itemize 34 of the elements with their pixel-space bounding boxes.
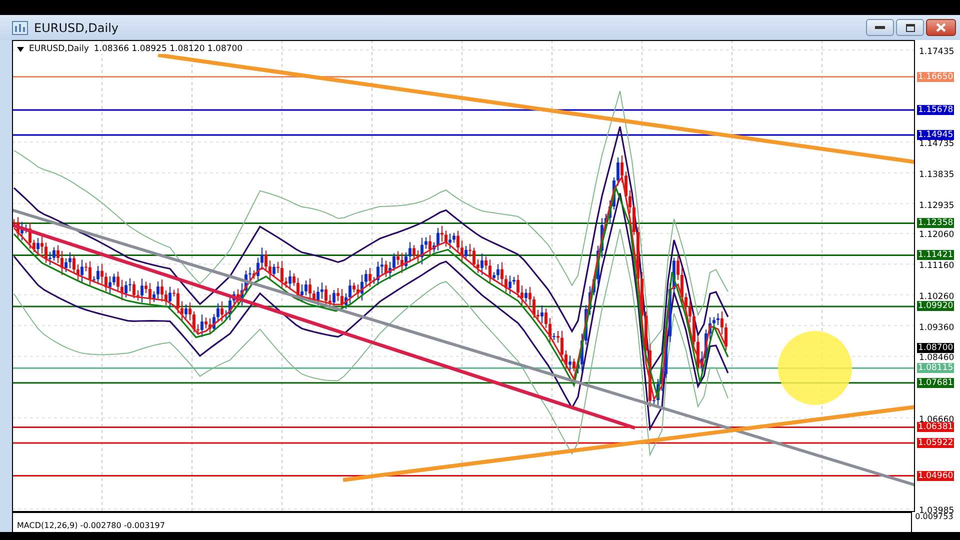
close-icon <box>936 23 946 32</box>
price-axis-label: 1.10260 <box>919 292 954 302</box>
indicator-label: MACD(12,26,9) -0.002780 -0.003197 <box>17 521 165 530</box>
price-axis-label: 1.09360 <box>919 322 954 333</box>
price-axis-label: 1.13835 <box>919 170 954 180</box>
minimize-icon <box>875 26 885 30</box>
price-level-label: 1.15678 <box>917 104 954 115</box>
restore-icon <box>906 24 914 32</box>
price-level-label: 1.05922 <box>917 438 954 448</box>
price-axis-label: 1.17435 <box>919 47 954 57</box>
ohlc-values: 1.08366 1.08925 1.08120 1.08700 <box>94 44 243 54</box>
price-axis-label: 1.11160 <box>919 261 954 272</box>
price-axis-label: 1.08460 <box>919 353 954 364</box>
price-level-label: 1.16650 <box>917 72 954 82</box>
price-axis-label: 1.12060 <box>919 230 954 240</box>
price-level-label: 1.08115 <box>917 363 954 374</box>
price-axis-label: 1.12935 <box>919 200 954 211</box>
price-level-label: 1.06381 <box>917 422 954 432</box>
minimize-button[interactable] <box>866 19 894 36</box>
window-title: EURUSD,Daily <box>34 20 119 34</box>
chart-symbol: EURUSD,Daily <box>29 44 89 54</box>
price-level-label: 1.07681 <box>917 378 954 388</box>
price-level-label: 1.08700 <box>917 343 954 354</box>
price-level-label: 1.04960 <box>917 470 954 481</box>
indicator-scale-label: 0.009753 <box>915 512 954 521</box>
close-button[interactable] <box>926 19 956 36</box>
price-axis-label: 1.14735 <box>919 139 954 150</box>
price-level-label: 1.14945 <box>917 130 954 140</box>
price-level-label: 1.12358 <box>917 218 954 228</box>
price-level-label: 1.09920 <box>917 301 954 312</box>
chart-window-icon <box>12 20 28 34</box>
maximize-button[interactable] <box>896 19 924 36</box>
dropdown-triangle-icon[interactable] <box>17 46 24 52</box>
price-level-label: 1.11421 <box>917 250 954 260</box>
